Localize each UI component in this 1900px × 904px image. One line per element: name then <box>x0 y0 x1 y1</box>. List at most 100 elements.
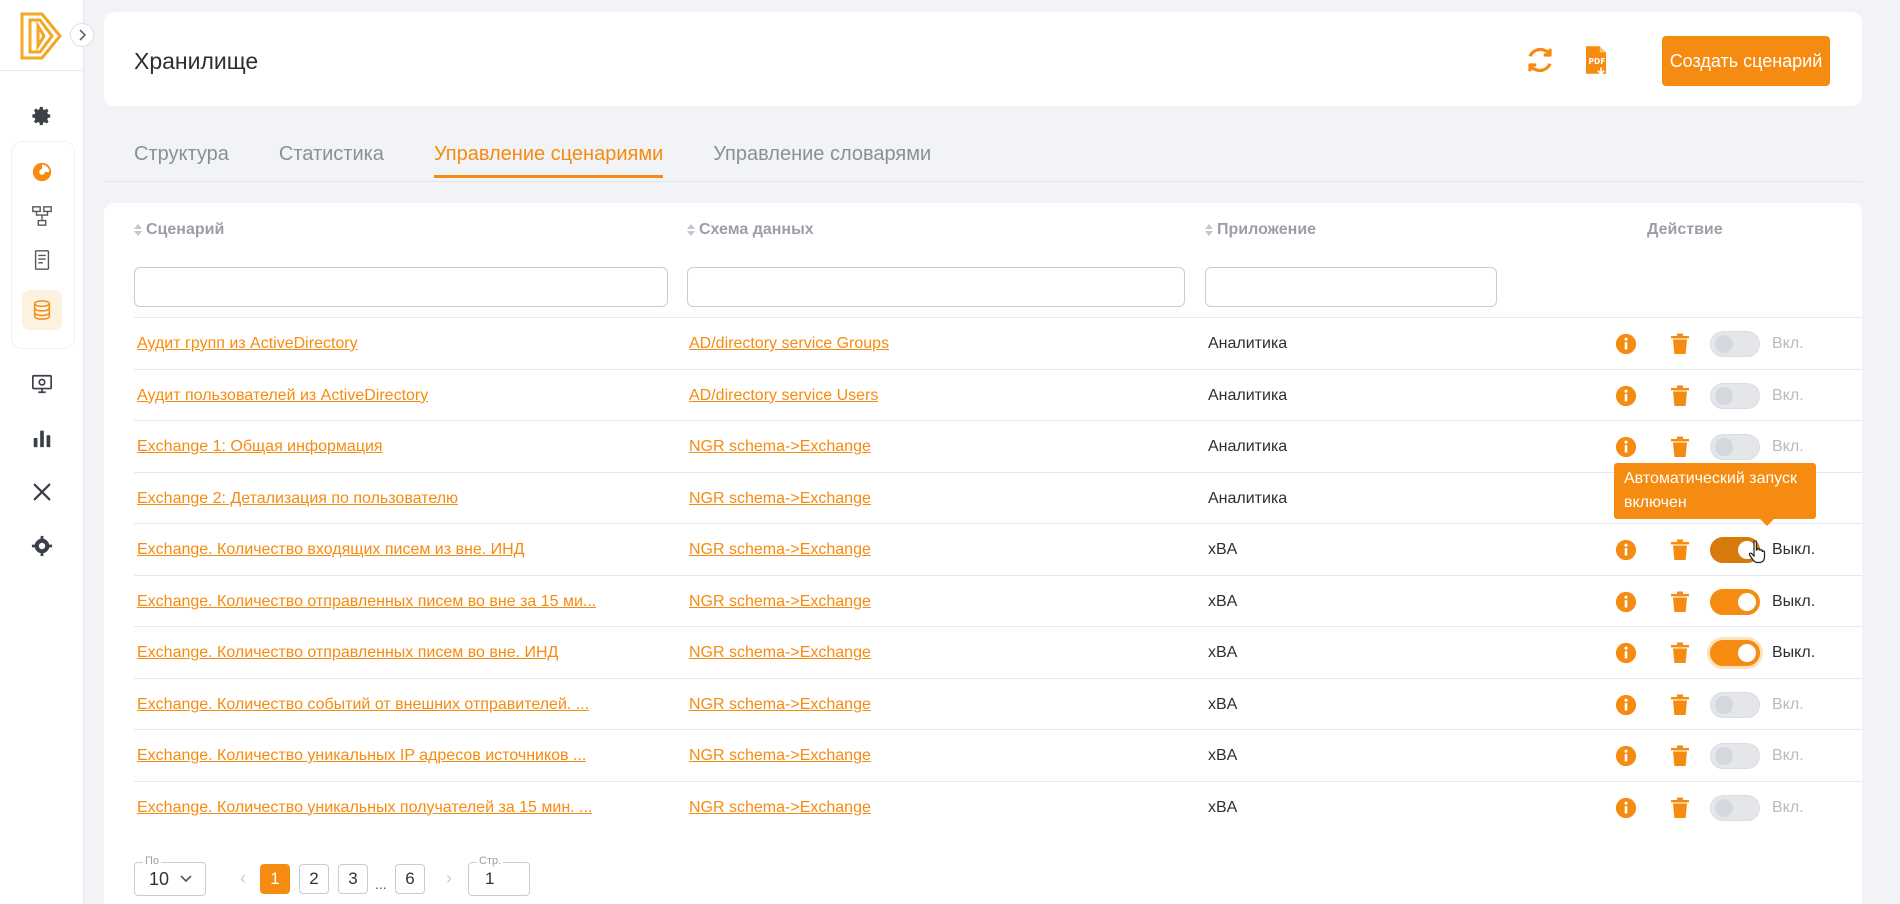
column-header-scenario[interactable]: Сценарий <box>134 221 224 239</box>
sidebar-item-storage[interactable] <box>22 290 62 330</box>
info-icon <box>1615 642 1637 664</box>
toggle-knob <box>1715 798 1733 817</box>
schema-link[interactable]: AD/directory service Groups <box>689 335 889 353</box>
page-number-input[interactable]: Стр. 1 <box>468 854 530 896</box>
sidebar-item-analytics[interactable] <box>22 418 62 458</box>
column-header-app[interactable]: Приложение <box>1205 221 1316 239</box>
sidebar-item-settings[interactable] <box>22 96 62 136</box>
database-icon <box>33 300 51 320</box>
column-header-schema[interactable]: Схема данных <box>687 221 814 239</box>
delete-button[interactable] <box>1668 782 1692 834</box>
logo-icon <box>20 12 62 60</box>
delete-button[interactable] <box>1668 370 1692 422</box>
prev-page-button[interactable]: ‹ <box>240 868 246 889</box>
page-input-label: Стр. <box>477 854 504 868</box>
sidebar-item-dashboard[interactable] <box>22 152 62 192</box>
table-row: Exchange. Количество отправленных писем … <box>134 626 1862 678</box>
auto-run-toggle[interactable] <box>1710 588 1760 615</box>
trash-icon <box>1671 694 1689 715</box>
sort-icon <box>687 224 695 236</box>
filter-app-input[interactable] <box>1205 267 1497 307</box>
schema-link[interactable]: NGR schema->Exchange <box>689 541 871 559</box>
info-button[interactable] <box>1614 318 1638 370</box>
scenario-link[interactable]: Exchange 2: Детализация по пользователю <box>137 490 458 508</box>
scenario-link[interactable]: Exchange. Количество отправленных писем … <box>137 593 596 611</box>
trash-icon <box>1671 333 1689 354</box>
trash-icon <box>1671 591 1689 612</box>
scenario-link[interactable]: Аудит групп из ActiveDirectory <box>137 335 358 353</box>
scenario-link[interactable]: Аудит пользователей из ActiveDirectory <box>137 387 428 405</box>
info-button[interactable] <box>1614 524 1638 576</box>
auto-run-toggle[interactable] <box>1710 691 1760 718</box>
page-button[interactable]: 6 <box>395 864 425 894</box>
info-button[interactable] <box>1614 370 1638 422</box>
tab-dictionary-management[interactable]: Управление словарями <box>713 136 931 182</box>
info-button[interactable] <box>1614 627 1638 679</box>
delete-button[interactable] <box>1668 576 1692 628</box>
per-page-select[interactable]: По 10 <box>134 854 206 896</box>
app-cell: xBA <box>1208 695 1238 713</box>
page-button[interactable]: 3 <box>338 864 368 894</box>
tab-statistics[interactable]: Статистика <box>279 136 384 182</box>
trash-icon <box>1671 797 1689 818</box>
schema-link[interactable]: NGR schema->Exchange <box>689 593 871 611</box>
info-button[interactable] <box>1614 576 1638 628</box>
auto-run-toggle[interactable] <box>1710 434 1760 460</box>
sidebar-item-structure[interactable] <box>22 196 62 236</box>
scenario-link[interactable]: Exchange. Количество входящих писем из в… <box>137 541 525 559</box>
column-header-action: Действие <box>1647 221 1723 239</box>
sidebar-item-tools[interactable] <box>22 472 62 512</box>
toggle-label: Вкл. <box>1772 747 1804 764</box>
auto-run-toggle[interactable] <box>1710 794 1760 821</box>
page-title: Хранилище <box>134 48 259 74</box>
delete-button[interactable] <box>1668 627 1692 679</box>
schema-link[interactable]: NGR schema->Exchange <box>689 644 871 662</box>
page-button[interactable]: 1 <box>260 864 290 894</box>
schema-link[interactable]: NGR schema->Exchange <box>689 438 871 456</box>
next-page-button[interactable]: › <box>446 868 452 889</box>
per-page-label: По <box>143 854 162 868</box>
info-icon <box>1615 797 1637 818</box>
info-button[interactable] <box>1614 782 1638 834</box>
table-row: Аудит пользователей из ActiveDirectory AD… <box>134 368 1862 422</box>
scenario-link[interactable]: Exchange 1: Общая информация <box>137 438 383 456</box>
sidebar-item-system[interactable] <box>22 526 62 566</box>
toggle-tooltip: Автоматический запуск включен <box>1614 463 1816 526</box>
scenario-cell: Exchange. Количество входящих писем из в… <box>137 524 617 576</box>
refresh-button[interactable] <box>1522 42 1558 78</box>
sidebar-item-reports[interactable] <box>22 240 62 280</box>
delete-button[interactable] <box>1668 679 1692 731</box>
scenario-link[interactable]: Exchange. Количество событий от внешних … <box>137 696 589 714</box>
page-button[interactable]: 2 <box>299 864 329 894</box>
auto-run-toggle[interactable] <box>1710 640 1760 666</box>
scenario-link[interactable]: Exchange. Количество отправленных писем … <box>137 644 558 662</box>
sidebar-item-monitor[interactable] <box>22 364 62 404</box>
filter-schema-input[interactable] <box>687 267 1185 307</box>
info-button[interactable] <box>1614 679 1638 731</box>
delete-button[interactable] <box>1668 730 1692 782</box>
tab-structure[interactable]: Структура <box>134 136 229 182</box>
pagination-ellipsis: ... <box>375 876 387 892</box>
info-button[interactable] <box>1614 730 1638 782</box>
export-pdf-button[interactable]: PDF <box>1578 42 1614 78</box>
hand-cursor-icon <box>1748 540 1766 564</box>
schema-link[interactable]: NGR schema->Exchange <box>689 696 871 714</box>
schema-link[interactable]: NGR schema->Exchange <box>689 799 871 817</box>
schema-link[interactable]: NGR schema->Exchange <box>689 747 871 765</box>
filter-scenario-input[interactable] <box>134 267 668 307</box>
sidebar-toggle-button[interactable] <box>70 23 94 47</box>
delete-button[interactable] <box>1668 318 1692 370</box>
create-scenario-button[interactable]: Создать сценарий <box>1662 36 1830 86</box>
gear-cluster-icon <box>31 535 53 557</box>
schema-cell: NGR schema->Exchange <box>689 782 1049 834</box>
auto-run-toggle[interactable] <box>1710 331 1760 357</box>
schema-link[interactable]: AD/directory service Users <box>689 387 878 405</box>
tab-scenario-management[interactable]: Управление сценариями <box>433 136 664 182</box>
scenario-link[interactable]: Exchange. Количество уникальных IP адрес… <box>137 747 586 765</box>
schema-link[interactable]: NGR schema->Exchange <box>689 490 871 508</box>
scenario-link[interactable]: Exchange. Количество уникальных получате… <box>137 799 592 817</box>
auto-run-toggle[interactable] <box>1710 743 1760 769</box>
app-cell: Аналитика <box>1208 489 1288 507</box>
auto-run-toggle[interactable] <box>1710 382 1760 409</box>
delete-button[interactable] <box>1668 524 1692 576</box>
